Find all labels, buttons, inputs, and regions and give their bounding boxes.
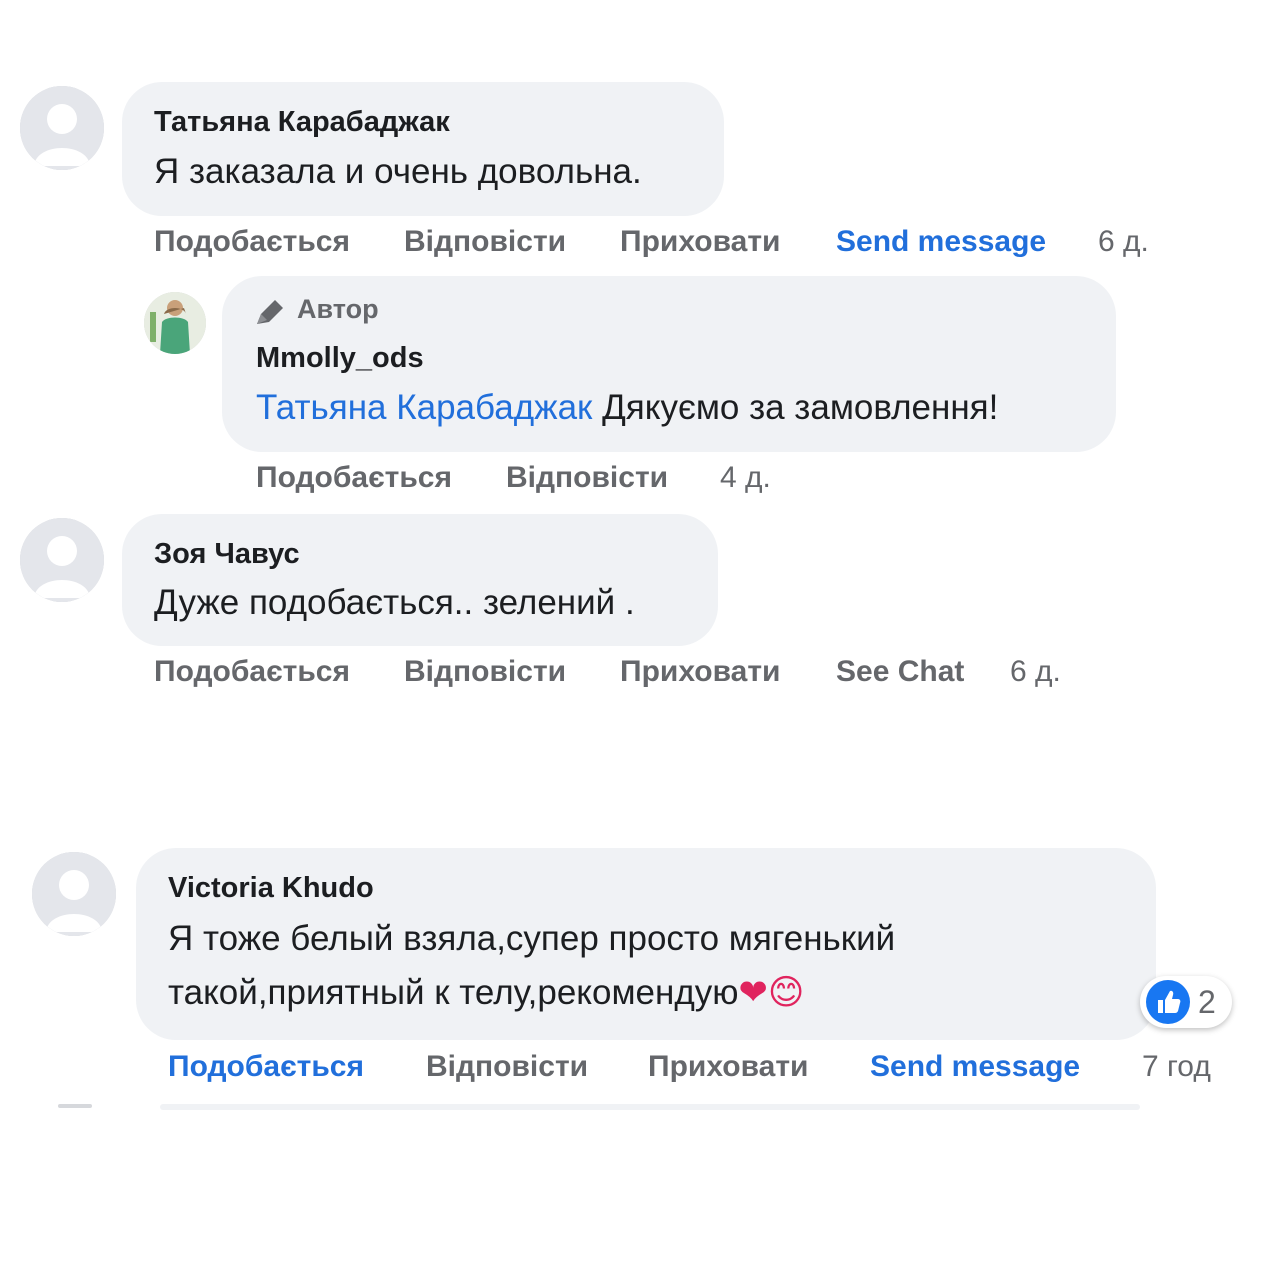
see-chat-button[interactable]: See Chat bbox=[836, 655, 964, 689]
comment-timestamp[interactable]: 6 д. bbox=[1010, 655, 1061, 689]
reply-button[interactable]: Відповісти bbox=[404, 225, 566, 259]
avatar[interactable] bbox=[20, 86, 104, 170]
like-button[interactable]: Подобається bbox=[154, 655, 350, 689]
reply-timestamp[interactable]: 4 д. bbox=[720, 461, 771, 495]
send-message-button[interactable]: Send message bbox=[836, 225, 1046, 259]
comment-text: Дуже подобається.. зелений . bbox=[154, 583, 635, 622]
profile-photo-icon bbox=[144, 292, 206, 354]
like-button[interactable]: Подобається bbox=[154, 225, 350, 259]
hide-button[interactable]: Приховати bbox=[620, 655, 780, 689]
reaction-count: 2 bbox=[1198, 984, 1216, 1020]
default-avatar-icon bbox=[20, 86, 104, 170]
next-comment-edge bbox=[160, 1104, 1140, 1110]
comment-text: такой,приятный к телу,рекомендую bbox=[168, 973, 739, 1012]
reply-text: Дякуємо за замовлення! bbox=[602, 388, 999, 427]
comment-text-line2: такой,приятный к телу,рекомендую❤😊 bbox=[168, 966, 804, 1020]
comment-timestamp[interactable]: 6 д. bbox=[1098, 225, 1149, 259]
avatar[interactable] bbox=[32, 852, 116, 936]
reply-button[interactable]: Відповісти bbox=[426, 1050, 588, 1084]
avatar[interactable] bbox=[20, 518, 104, 602]
reply-author[interactable]: Mmolly_ods bbox=[256, 342, 424, 375]
default-avatar-icon bbox=[32, 852, 116, 936]
pencil-icon bbox=[257, 300, 283, 324]
next-avatar-edge bbox=[58, 1104, 92, 1108]
hide-button[interactable]: Приховати bbox=[648, 1050, 808, 1084]
comment-author[interactable]: Victoria Khudo bbox=[168, 872, 374, 905]
like-button[interactable]: Подобається bbox=[256, 461, 452, 495]
reply-button[interactable]: Відповісти bbox=[404, 655, 566, 689]
author-avatar[interactable] bbox=[144, 292, 206, 354]
reply-button[interactable]: Відповісти bbox=[506, 461, 668, 495]
comment-text: Я заказала и очень довольна. bbox=[154, 152, 642, 191]
comment-text-line1: Я тоже белый взяла,супер просто мягеньки… bbox=[168, 919, 896, 958]
comment-author[interactable]: Зоя Чавус bbox=[154, 538, 300, 571]
like-button[interactable]: Подобається bbox=[168, 1050, 364, 1084]
send-message-button[interactable]: Send message bbox=[870, 1050, 1080, 1084]
default-avatar-icon bbox=[20, 518, 104, 602]
comment-author[interactable]: Татьяна Карабаджак bbox=[154, 106, 450, 139]
reply-text-line: Татьяна Карабаджак Дякуємо за замовлення… bbox=[256, 381, 998, 435]
author-badge: Автор bbox=[297, 294, 379, 324]
mention-link[interactable]: Татьяна Карабаджак bbox=[256, 388, 592, 427]
heart-smile-emoji-icon: ❤😊 bbox=[738, 973, 805, 1012]
comment-timestamp[interactable]: 7 год bbox=[1142, 1050, 1211, 1084]
like-icon bbox=[1146, 980, 1190, 1024]
reaction-summary[interactable]: 2 bbox=[1140, 976, 1232, 1028]
hide-button[interactable]: Приховати bbox=[620, 225, 780, 259]
